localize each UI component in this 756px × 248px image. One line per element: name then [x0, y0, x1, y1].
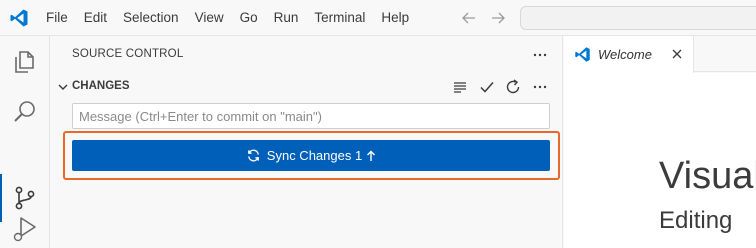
activity-bar	[0, 36, 50, 248]
changes-section-header[interactable]: CHANGES	[51, 76, 563, 98]
commit-check-icon[interactable]	[478, 78, 496, 96]
command-center-search[interactable]	[520, 6, 756, 30]
source-control-sidebar: SOURCE CONTROL CHANGES Sync Chan	[51, 36, 563, 248]
menu-edit[interactable]: Edit	[76, 0, 115, 36]
vscode-logo-icon	[575, 47, 590, 62]
editor-tabs: Welcome	[564, 36, 756, 73]
menu-bar: File Edit Selection View Go Run Terminal…	[38, 0, 417, 36]
refresh-icon[interactable]	[504, 78, 522, 96]
title-bar: File Edit Selection View Go Run Terminal…	[0, 0, 756, 36]
menu-terminal[interactable]: Terminal	[306, 0, 373, 36]
section-title: CHANGES	[72, 80, 130, 92]
active-view-indicator	[0, 174, 2, 222]
source-control-icon[interactable]	[11, 184, 39, 212]
search-icon[interactable]	[11, 98, 39, 126]
tab-label: Welcome	[598, 47, 652, 62]
menu-help[interactable]: Help	[373, 0, 417, 36]
arrow-up-icon	[367, 150, 376, 161]
sync-icon	[247, 149, 259, 162]
menu-file[interactable]: File	[38, 0, 76, 36]
vscode-logo-icon[interactable]	[9, 8, 29, 28]
menu-run[interactable]: Run	[266, 0, 307, 36]
sidebar-title: SOURCE CONTROL	[72, 48, 184, 60]
close-icon[interactable]	[670, 47, 684, 61]
more-actions-icon[interactable]	[531, 78, 549, 96]
menu-view[interactable]: View	[187, 0, 232, 36]
menu-go[interactable]: Go	[232, 0, 266, 36]
explorer-icon[interactable]	[11, 48, 39, 76]
welcome-title: Visual	[659, 155, 756, 197]
editor-area: Visual Editing	[564, 73, 756, 248]
welcome-subtitle: Editing	[659, 207, 733, 234]
more-actions-icon[interactable]	[531, 46, 549, 64]
chevron-down-icon	[58, 84, 68, 90]
run-debug-icon[interactable]	[11, 214, 39, 242]
tab-welcome[interactable]: Welcome	[564, 36, 694, 73]
sync-changes-label: Sync Changes 1	[266, 148, 363, 163]
forward-arrow-icon[interactable]	[489, 9, 507, 27]
menu-selection[interactable]: Selection	[115, 0, 187, 36]
back-arrow-icon[interactable]	[460, 9, 478, 27]
commit-message-input[interactable]	[72, 103, 550, 129]
sync-changes-button[interactable]: Sync Changes 1	[72, 140, 550, 171]
view-as-list-icon[interactable]	[451, 78, 469, 96]
